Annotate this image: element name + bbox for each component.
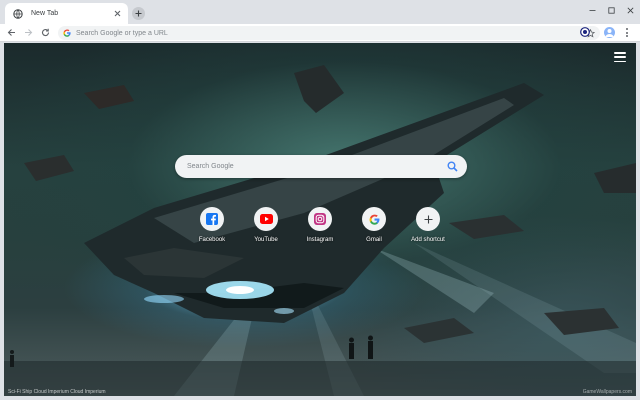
back-button[interactable] — [5, 27, 17, 39]
shortcut-grid: Facebook YouTube Instagram Gmail Add sho… — [185, 207, 455, 252]
shortcut-facebook[interactable]: Facebook — [185, 207, 239, 252]
dot-icon — [626, 31, 628, 34]
plus-icon — [135, 10, 142, 17]
search-placeholder: Search Google — [187, 163, 234, 170]
customize-menu-button[interactable] — [614, 52, 626, 62]
forward-button[interactable] — [22, 27, 34, 39]
reload-icon — [41, 28, 49, 37]
close-icon[interactable] — [111, 8, 123, 20]
menu-line — [614, 52, 626, 54]
close-icon — [627, 7, 634, 13]
shortcut-tile — [200, 207, 224, 231]
browser-window: New Tab Search Google or type a URL Sear… — [0, 0, 640, 400]
shortcut-tile — [308, 207, 332, 231]
shortcut-label: Instagram — [306, 237, 334, 243]
shortcut-tile — [254, 207, 278, 231]
youtube-icon — [259, 214, 273, 224]
tab-strip: New Tab — [0, 0, 640, 24]
person-icon — [605, 29, 614, 37]
shortcut-gmail[interactable]: Gmail — [347, 207, 401, 252]
reload-button[interactable] — [39, 27, 51, 39]
avatar[interactable] — [604, 27, 615, 38]
new-tab-button[interactable] — [132, 7, 145, 20]
tab-title: New Tab — [31, 10, 59, 17]
new-tab-page: Search Google Facebook YouTube Instagram… — [4, 43, 636, 396]
maximize-button[interactable] — [602, 0, 621, 20]
google-icon — [63, 29, 71, 37]
shortcut-label: Facebook — [198, 237, 226, 243]
minimize-icon — [589, 9, 596, 11]
search-box[interactable]: Search Google — [175, 155, 467, 178]
watermark: GameWallpapers.com — [582, 389, 632, 395]
credit-part2[interactable]: Cloud Imperium — [34, 389, 71, 395]
maximize-icon — [608, 6, 615, 14]
extension-icon[interactable] — [580, 27, 590, 37]
shortcut-instagram[interactable]: Instagram — [293, 207, 347, 252]
minimize-button[interactable] — [583, 0, 602, 20]
arrow-left-icon — [7, 29, 15, 36]
shortcut-tile — [362, 207, 386, 231]
chrome-menu-button[interactable] — [622, 27, 632, 38]
facebook-icon — [206, 213, 218, 225]
menu-line — [614, 56, 626, 58]
dot-icon — [626, 35, 628, 37]
toolbar: Search Google or type a URL — [0, 24, 640, 42]
credit-part3[interactable]: Cloud Imperium — [70, 389, 105, 395]
shortcut-label: YouTube — [254, 237, 278, 243]
shortcut-label: Add shortcut — [411, 237, 445, 243]
shortcut-label: Gmail — [366, 237, 382, 243]
menu-line — [614, 60, 626, 62]
close-window-button[interactable] — [621, 0, 640, 20]
shortcut-tile — [416, 207, 440, 231]
add-shortcut-button[interactable]: Add shortcut — [401, 207, 455, 252]
search-icon[interactable] — [446, 161, 458, 173]
omnibox[interactable]: Search Google or type a URL — [58, 26, 600, 40]
omnibox-placeholder: Search Google or type a URL — [76, 29, 168, 37]
dot-icon — [626, 28, 628, 30]
background-credits: Sci-Fi Ship Cloud Imperium Cloud Imperiu… — [8, 389, 106, 395]
globe-icon — [13, 8, 23, 19]
google-icon — [369, 214, 379, 225]
credit-part1: Sci-Fi Ship — [8, 389, 34, 395]
arrow-right-icon — [24, 29, 32, 36]
plus-icon — [424, 215, 432, 223]
instagram-icon — [314, 213, 326, 225]
window-controls — [583, 0, 640, 20]
tab-new-tab[interactable]: New Tab — [5, 3, 128, 24]
shortcut-youtube[interactable]: YouTube — [239, 207, 293, 252]
